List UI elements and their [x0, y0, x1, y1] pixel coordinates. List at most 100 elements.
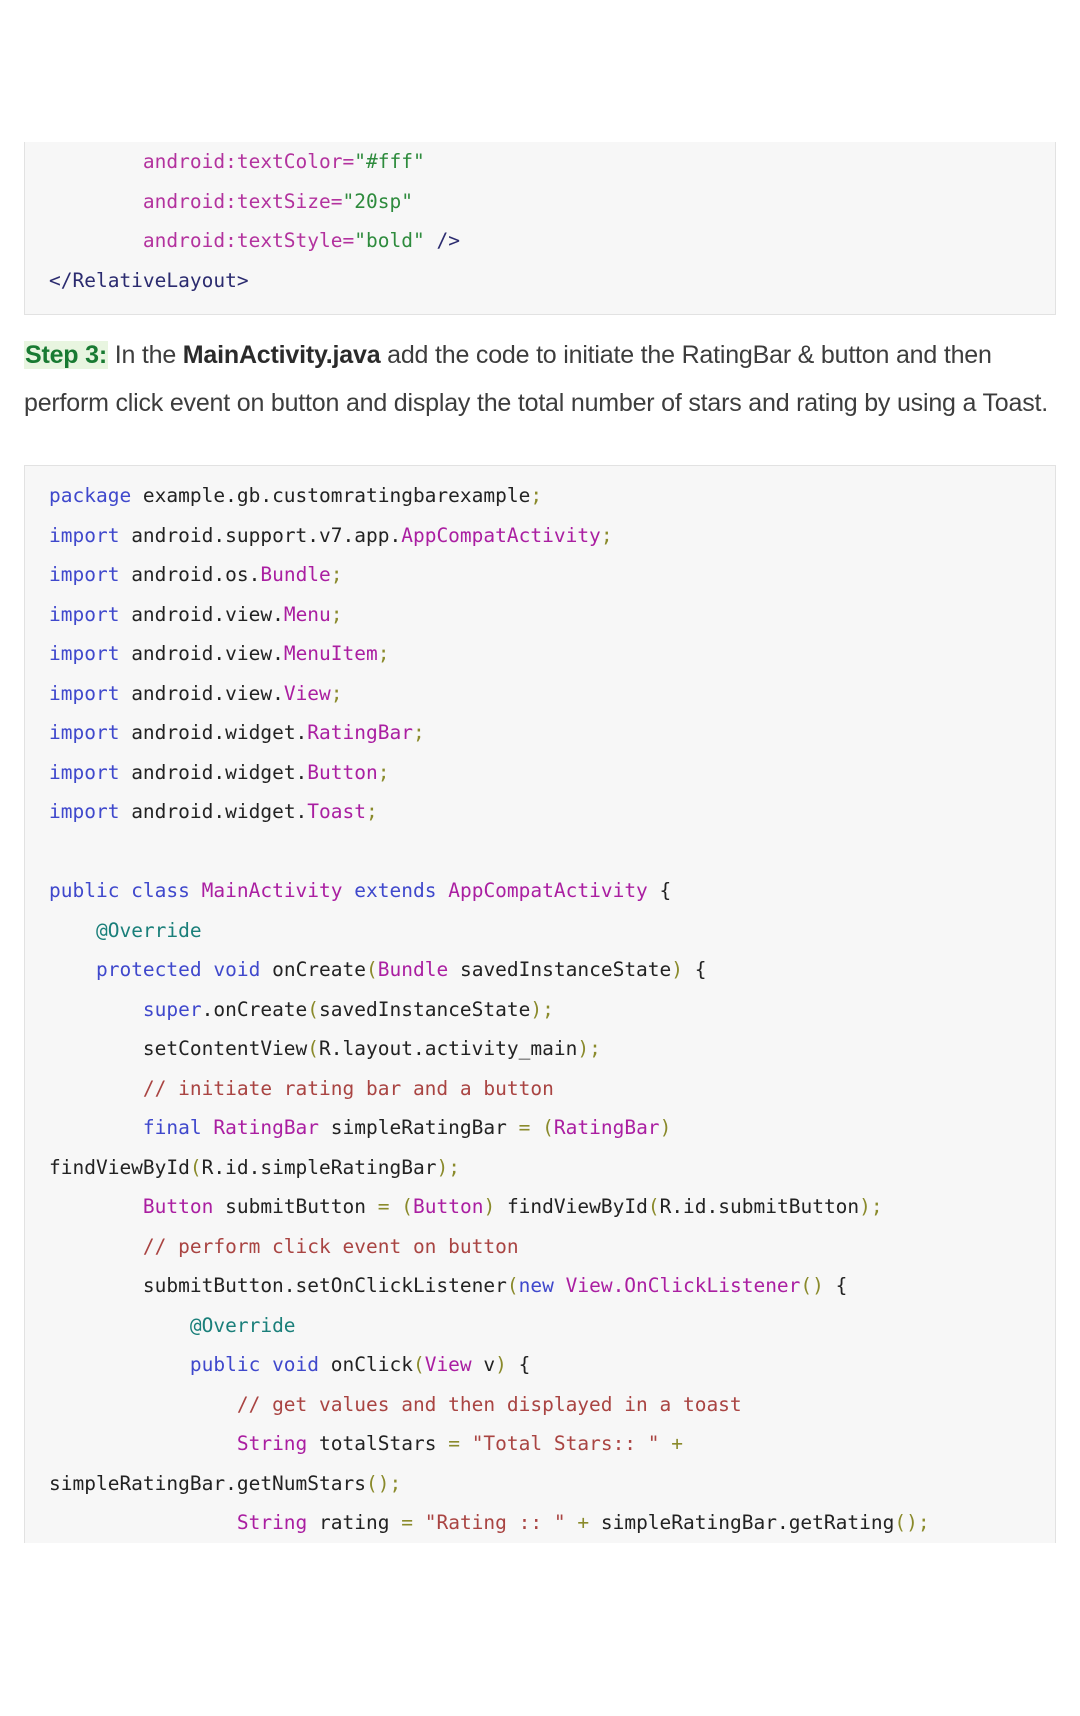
code-token: new — [518, 1274, 554, 1297]
code-token: R.id.simpleRatingBar — [201, 1155, 437, 1179]
step3-text-before-bold: In the — [107, 341, 183, 369]
code-token: ; — [330, 602, 343, 626]
code-token: submitButton — [213, 1195, 378, 1218]
code-token: = — [401, 1511, 413, 1534]
code-token: onCreate — [260, 958, 367, 981]
code-token: View.OnClickListener — [565, 1274, 801, 1297]
code-token: ; — [377, 760, 390, 784]
java-code-block: package example.gb.customratingbarexampl… — [24, 465, 1056, 1543]
code-token: import — [49, 523, 120, 547]
code-token: ( — [542, 1116, 554, 1139]
code-token: Button — [142, 1195, 214, 1218]
code-token: // initiate rating bar and a button — [142, 1076, 554, 1100]
code-line: android:textStyle="bold" /> — [25, 221, 1055, 261]
code-token: AppCompatActivity — [448, 879, 648, 902]
code-token: ) — [659, 1116, 672, 1139]
code-line: Button submitButton = (Button) findViewB… — [25, 1187, 1055, 1227]
code-token: onClick — [319, 1353, 413, 1376]
code-token: (); — [365, 1471, 402, 1495]
code-token: simpleRatingBar — [319, 1116, 519, 1139]
code-token: ); — [436, 1155, 460, 1179]
code-token: protected void — [95, 958, 261, 981]
code-token: // perform click event on button — [142, 1234, 519, 1258]
code-token: = — [377, 1195, 390, 1218]
code-token: R.id.submitButton — [659, 1195, 860, 1218]
code-token: + — [577, 1511, 590, 1534]
code-token: findViewById — [495, 1195, 648, 1218]
code-line: package example.gb.customratingbarexampl… — [25, 476, 1055, 516]
code-token: /> — [436, 229, 460, 252]
code-token: </RelativeLayout> — [49, 268, 249, 292]
code-token: { — [647, 879, 672, 902]
code-token: View — [283, 681, 331, 705]
code-token: = — [518, 1116, 531, 1139]
code-token: "Rating :: " — [424, 1511, 566, 1534]
code-token: @Override — [189, 1313, 296, 1337]
code-line: setContentView(R.layout.activity_main); — [25, 1029, 1055, 1069]
code-token: import — [49, 760, 120, 784]
article-page: android:textColor="#fff" android:textSiz… — [0, 0, 1080, 1716]
code-token: Toast — [307, 800, 366, 823]
code-token: import — [49, 602, 120, 626]
code-line: String totalStars = "Total Stars:: " + s… — [25, 1424, 1055, 1503]
code-token: ; — [530, 484, 543, 507]
step3-bold-term: MainActivity.java — [182, 341, 381, 369]
code-token: android.view. — [119, 681, 284, 705]
code-line: import android.widget.Button; — [25, 753, 1055, 793]
code-token: ( — [307, 997, 320, 1021]
code-token: ( — [647, 1195, 660, 1218]
code-token: android.widget. — [119, 760, 308, 784]
code-token: import — [49, 800, 120, 823]
code-token: { — [683, 958, 707, 981]
code-token: example.gb.customratingbarexample — [131, 484, 531, 507]
code-token: String — [236, 1511, 308, 1534]
xml-code-lines: android:textColor="#fff" android:textSiz… — [25, 142, 1055, 300]
code-token: v — [471, 1353, 496, 1376]
code-token: () — [800, 1274, 824, 1297]
code-token: import — [49, 721, 120, 744]
code-token: rating — [307, 1511, 402, 1534]
code-token: ); — [859, 1195, 883, 1218]
code-token: ; — [330, 563, 343, 586]
code-line: import android.support.v7.app.AppCompatA… — [25, 516, 1055, 556]
code-token: android.view. — [119, 642, 284, 665]
code-line: // get values and then displayed in a to… — [25, 1385, 1055, 1425]
code-token: ) — [495, 1353, 507, 1376]
code-token: public class — [49, 879, 190, 902]
code-line: android:textColor="#fff" — [25, 142, 1055, 182]
step3-paragraph: Step 3: In the MainActivity.java add the… — [24, 315, 1056, 437]
code-token: android.widget. — [119, 800, 308, 823]
code-token: package — [49, 484, 132, 507]
code-token: @Override — [95, 918, 202, 942]
code-token: import — [49, 563, 120, 586]
code-token: submitButton.setOnClickListener — [142, 1274, 507, 1297]
page-top-spacer — [0, 0, 1080, 142]
code-token: Button — [413, 1195, 484, 1218]
code-line: </RelativeLayout> — [25, 261, 1055, 301]
code-token: .onCreate — [201, 997, 308, 1021]
xml-code-block: android:textColor="#fff" android:textSiz… — [24, 142, 1056, 315]
code-token: "#fff" — [354, 150, 425, 173]
code-line: // perform click event on button — [25, 1227, 1055, 1267]
code-token: extends — [354, 879, 437, 902]
code-line: @Override — [25, 911, 1055, 951]
code-token: ( — [506, 1274, 519, 1297]
